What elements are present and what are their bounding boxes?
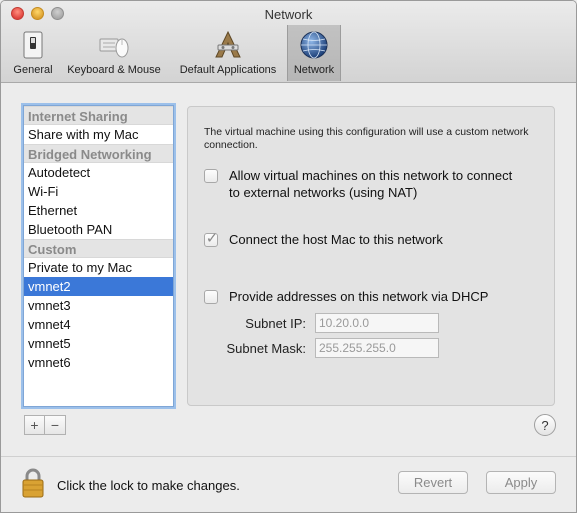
list-add-remove-bar: + − — [24, 415, 66, 435]
list-item-vmnet2[interactable]: vmnet2 — [24, 277, 173, 296]
host-connect-option-label: Connect the host Mac to this network — [229, 232, 443, 247]
subnet-ip-label: Subnet IP: — [245, 315, 306, 331]
dhcp-checkbox[interactable] — [204, 290, 218, 304]
lock-message: Click the lock to make changes. — [57, 478, 240, 493]
checkmark-icon: ✓ — [205, 230, 219, 247]
list-item-ethernet[interactable]: Ethernet — [24, 201, 173, 220]
list-item-vmnet3[interactable]: vmnet3 — [24, 296, 173, 315]
toolbar-general[interactable]: General — [7, 25, 59, 81]
add-network-button[interactable]: + — [24, 415, 45, 435]
list-item-share-with-my-mac[interactable]: Share with my Mac — [24, 125, 173, 144]
list-item-autodetect[interactable]: Autodetect — [24, 163, 173, 182]
apply-button[interactable]: Apply — [486, 471, 556, 494]
list-group-header: Bridged Networking — [24, 144, 173, 163]
subnet-mask-label: Subnet Mask: — [226, 340, 307, 356]
panel-description: The virtual machine using this configura… — [204, 126, 529, 151]
list-group-header: Internet Sharing — [24, 106, 173, 125]
dhcp-option[interactable]: Provide addresses on this network via DH… — [204, 288, 519, 305]
window-title: Network — [264, 7, 313, 22]
subnet-ip-row: Subnet IP: — [188, 313, 439, 333]
globe-icon — [300, 31, 328, 59]
title-bar: Network General Keyboard & Mouse Default… — [1, 1, 576, 83]
dhcp-option-label: Provide addresses on this network via DH… — [229, 289, 489, 304]
switch-icon — [23, 31, 43, 59]
toolbar-default-applications-label: Default Applications — [179, 64, 277, 76]
help-button[interactable]: ? — [534, 414, 556, 436]
list-item-bluetooth-pan[interactable]: Bluetooth PAN — [24, 220, 173, 239]
toolbar-default-applications[interactable]: Default Applications — [171, 25, 285, 81]
list-item-private-to-my-mac[interactable]: Private to my Mac — [24, 258, 173, 277]
subnet-mask-row: Subnet Mask: — [188, 338, 439, 358]
toolbar-general-label: General — [13, 64, 53, 76]
network-list[interactable]: Internet Sharing Share with my Mac Bridg… — [23, 105, 174, 407]
keyboard-mouse-icon — [99, 38, 129, 58]
toolbar-keyboard-mouse-label: Keyboard & Mouse — [67, 64, 161, 76]
applications-icon — [215, 30, 241, 58]
subnet-mask-input[interactable] — [315, 338, 439, 358]
list-item-vmnet5[interactable]: vmnet5 — [24, 334, 173, 353]
toolbar-network[interactable]: Network — [287, 25, 341, 81]
remove-network-button[interactable]: − — [45, 415, 66, 435]
network-settings-panel: The virtual machine using this configura… — [187, 106, 555, 406]
list-item-vmnet6[interactable]: vmnet6 — [24, 353, 173, 372]
nat-option[interactable]: Allow virtual machines on this network t… — [204, 167, 519, 201]
list-group-header: Custom — [24, 239, 173, 258]
list-item-vmnet4[interactable]: vmnet4 — [24, 315, 173, 334]
toolbar-keyboard-mouse[interactable]: Keyboard & Mouse — [61, 25, 167, 81]
nat-option-label: Allow virtual machines on this network t… — [229, 168, 513, 200]
lock-icon[interactable] — [21, 467, 45, 499]
list-item-wifi[interactable]: Wi-Fi — [24, 182, 173, 201]
footer-divider — [1, 456, 576, 457]
nat-checkbox[interactable] — [204, 169, 218, 183]
subnet-ip-input[interactable] — [315, 313, 439, 333]
toolbar-network-label: Network — [293, 64, 335, 76]
host-connect-option[interactable]: ✓ Connect the host Mac to this network — [204, 230, 519, 248]
revert-button[interactable]: Revert — [398, 471, 468, 494]
preferences-window: Network General Keyboard & Mouse Default… — [0, 0, 577, 513]
host-connect-checkbox[interactable]: ✓ — [204, 230, 218, 247]
